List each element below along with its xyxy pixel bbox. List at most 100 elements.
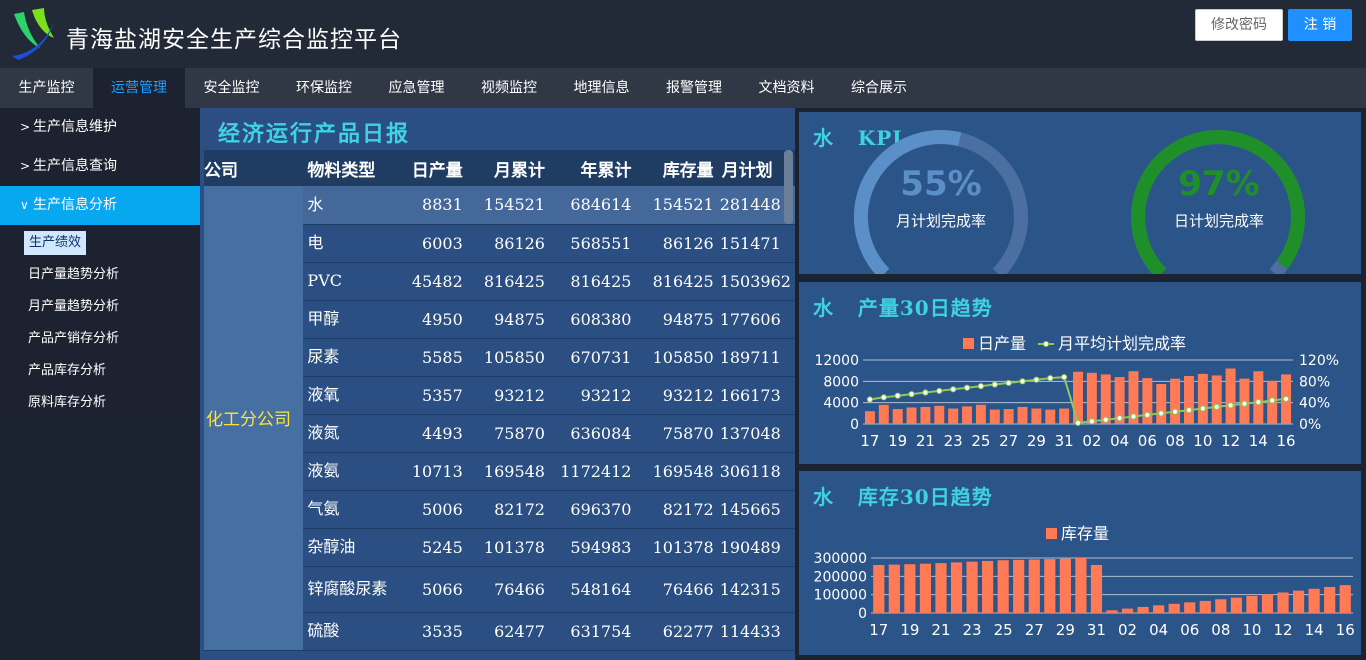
logout-button[interactable]: 注 销 [1288, 9, 1352, 41]
value-cell: 4950 [397, 300, 467, 339]
nav-operations[interactable]: 运营管理 [93, 68, 185, 108]
bar [1246, 595, 1258, 613]
bar [989, 409, 1000, 424]
value-cell: 816425 [466, 262, 549, 301]
material-cell: 锌腐酸尿素 [303, 566, 398, 613]
value-cell: 137048 [717, 414, 795, 453]
bar [1339, 585, 1351, 613]
y-tick-label: 0 [850, 417, 859, 433]
header: 青海盐湖安全生产综合监控平台 修改密码 注 销 [0, 0, 1366, 68]
report-body: 化工分公司水 8831 154521 684614 154521 281448 电 6003 8… [204, 186, 795, 651]
chevron-right-icon: > [20, 159, 31, 173]
nav-safety[interactable]: 安全监控 [185, 68, 278, 108]
sidebar-group-query[interactable]: > 生产信息查询 [0, 147, 200, 186]
app-title: 青海盐湖安全生产综合监控平台 [66, 27, 402, 53]
nav-docs[interactable]: 文档资料 [740, 68, 833, 108]
x-tick-label: 27 [999, 432, 1018, 450]
value-cell: 86126 [635, 224, 718, 263]
bar [1086, 372, 1097, 424]
bar [1292, 590, 1305, 613]
x-tick-label: 12 [1221, 432, 1240, 450]
logo-icon [12, 8, 54, 60]
bar [1028, 559, 1040, 613]
bar [1073, 371, 1083, 424]
nav-production-monitor[interactable]: 生产监控 [0, 68, 93, 108]
value-cell: 684614 [548, 186, 636, 225]
sidebar-item-sales-stock[interactable]: 产品产销存分析 [28, 326, 119, 352]
value-cell: 190489 [717, 528, 795, 567]
nav-video[interactable]: 视频监控 [463, 68, 555, 108]
x-tick-label: 14 [1249, 432, 1268, 450]
sidebar-item-performance[interactable]: 生产绩效 [24, 231, 87, 255]
sidebar-item-daily-trend[interactable]: 日产量趋势分析 [28, 262, 119, 288]
x-tick-label: 04 [1110, 432, 1129, 450]
line-point [1185, 407, 1193, 414]
company-cell: 化工分公司 [204, 186, 304, 651]
bar [864, 411, 875, 424]
gauge-month-label: 月计划完成率 [895, 212, 986, 230]
legend-swatch [963, 338, 974, 349]
table-scrollbar[interactable] [784, 150, 793, 224]
sidebar-group-label: 生产信息查询 [33, 158, 117, 174]
x-tick-label: 08 [1211, 621, 1230, 639]
sidebar-item-material-stock[interactable]: 原料库存分析 [28, 390, 106, 416]
col-stock: 库存量 [635, 150, 718, 186]
chevron-right-icon: > [20, 120, 31, 134]
table-header-row: 公司 物料类型 日产量 月累计 年累计 库存量 月计划 [204, 150, 795, 186]
nav-emergency[interactable]: 应急管理 [370, 68, 463, 108]
line-point [1061, 373, 1068, 381]
nav-environment[interactable]: 环保监控 [278, 68, 370, 108]
material-cell: 液氨 [303, 452, 398, 491]
bar [934, 405, 945, 424]
legend-label: 月平均计划完成率 [1058, 334, 1186, 353]
gauge-month-value: 55% [900, 164, 982, 204]
bar [1090, 564, 1103, 613]
y-tick-label: 8000 [823, 374, 859, 390]
value-cell: 636084 [548, 414, 636, 453]
bar [948, 408, 959, 424]
sidebar-item-monthly-trend[interactable]: 月产量趋势分析 [28, 294, 119, 320]
bar [1137, 606, 1149, 613]
line-point [1241, 400, 1248, 407]
material-cell: 电 [303, 224, 398, 263]
x-tick-label: 06 [1138, 432, 1157, 450]
material-cell: 液氧 [303, 376, 398, 415]
sidebar-group-maintain[interactable]: > 生产信息维护 [0, 108, 200, 147]
y-tick-label: 4000 [823, 396, 859, 412]
production-trend-panel: 水 产量30日趋势 日产量 月平均计划完成率 0 4000 8000 12000 0% 40%… [799, 282, 1361, 464]
report-table: 公司 物料类型 日产量 月累计 年累计 库存量 月计划 化工分公司水 8831 15… [204, 150, 795, 651]
bar [1277, 592, 1289, 613]
sidebar-item-product-stock[interactable]: 产品库存分析 [28, 358, 106, 384]
col-month-total: 月累计 [466, 150, 549, 186]
nav-geo[interactable]: 地理信息 [555, 68, 648, 108]
gauge-day-label: 日计划完成率 [1173, 212, 1264, 230]
bar [1156, 384, 1167, 424]
legend-marker [1043, 341, 1049, 347]
value-cell: 177606 [717, 300, 795, 339]
y-tick-label: 12000 [814, 353, 859, 369]
y-tick-label: 0 [858, 606, 867, 622]
x-tick-label: 10 [1242, 621, 1261, 639]
bar [920, 406, 931, 424]
nav-alarm[interactable]: 报警管理 [648, 68, 740, 108]
line-point [1213, 403, 1220, 411]
y2-tick-label: 0% [1299, 417, 1321, 433]
x-tick-label: 02 [1118, 621, 1137, 639]
bar [1059, 408, 1070, 424]
material-cell: 硫酸 [303, 612, 398, 651]
bar [966, 561, 978, 613]
material-cell: 水 [303, 186, 398, 225]
x-tick-label: 21 [931, 621, 950, 639]
sidebar-group-label: 生产信息维护 [33, 119, 117, 135]
value-cell: 548164 [548, 566, 636, 613]
sidebar-group-analysis[interactable]: ∨ 生产信息分析 [0, 186, 200, 225]
bar [1153, 605, 1165, 613]
table-row[interactable]: 化工分公司水 8831 154521 684614 154521 281448 [204, 186, 795, 651]
change-password-button[interactable]: 修改密码 [1195, 9, 1283, 41]
value-cell: 45482 [397, 262, 467, 301]
bar [975, 404, 986, 424]
legend-label: 库存量 [1061, 524, 1109, 543]
nav-overview[interactable]: 综合展示 [833, 68, 925, 108]
bar [904, 564, 916, 613]
line-point [1255, 399, 1262, 406]
